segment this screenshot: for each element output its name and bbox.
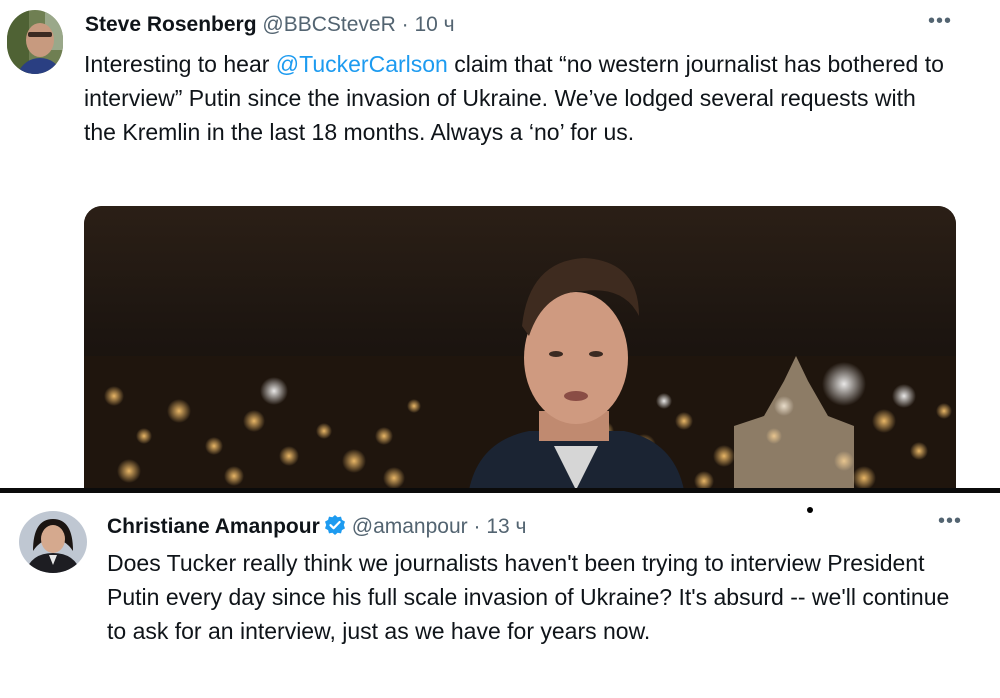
author-name[interactable]: Christiane Amanpour: [107, 515, 320, 538]
mention-link[interactable]: @TuckerCarlson: [276, 51, 448, 77]
tweet-divider: [0, 488, 1000, 493]
avatar[interactable]: [19, 511, 87, 573]
more-options-icon[interactable]: •••: [938, 510, 962, 533]
author-handle[interactable]: @BBCSteveR: [262, 13, 395, 36]
tweet-text-start: Interesting to hear: [84, 51, 276, 77]
tweet-header: Steve Rosenberg @BBCSteveR · 10 ч: [85, 12, 455, 38]
timestamp[interactable]: 10 ч: [414, 13, 454, 36]
tweet-text: Does Tucker really think we journalists …: [107, 550, 950, 644]
timestamp[interactable]: 13 ч: [486, 515, 526, 538]
tweet-text: Interesting to hear @TuckerCarlson claim…: [84, 47, 944, 149]
avatar-photo-icon: [7, 10, 63, 74]
tweet-media-image[interactable]: [84, 206, 956, 490]
avatar-photo-icon: [19, 511, 87, 573]
verified-badge-icon: [324, 514, 346, 543]
author-handle[interactable]: @amanpour: [352, 515, 468, 538]
more-options-icon[interactable]: •••: [928, 10, 952, 33]
separator-dot: ·: [473, 515, 481, 538]
avatar[interactable]: [7, 10, 63, 74]
author-name[interactable]: Steve Rosenberg: [85, 13, 257, 36]
tweet-steve-rosenberg[interactable]: Steve Rosenberg @BBCSteveR · 10 ч ••• In…: [0, 0, 1000, 490]
tweet-header: Christiane Amanpour @amanpour · 13 ч: [107, 514, 526, 543]
separator-dot: ·: [401, 13, 409, 36]
media-photo-icon: [84, 206, 956, 490]
